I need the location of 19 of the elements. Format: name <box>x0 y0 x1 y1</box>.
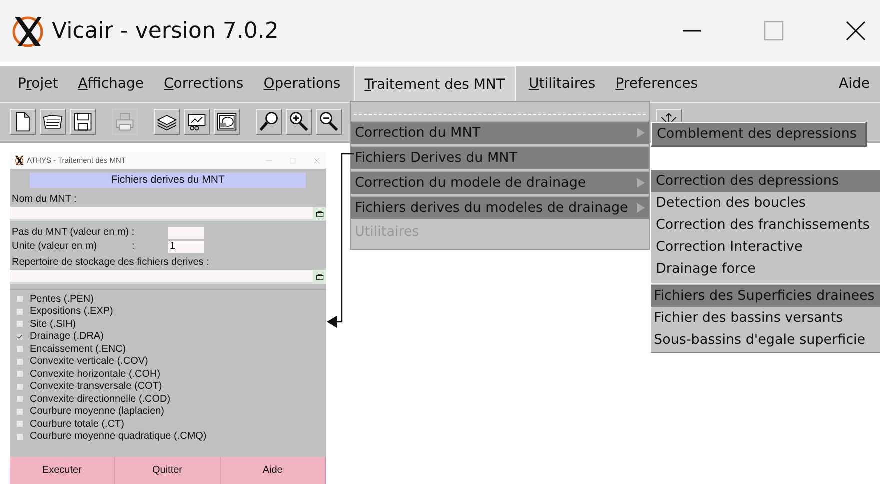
section-heading: Fichiers derives du MNT <box>30 173 306 188</box>
field-label: Unite (valeur en m) <box>12 241 98 252</box>
checkbox-label: Expositions (.EXP) <box>30 306 114 318</box>
field-label: : <box>132 241 136 252</box>
checkbox-label: Courbure moyenne (laplacien) <box>30 406 165 418</box>
checkbox-label: Site (.SIH) <box>30 318 76 330</box>
field-label: Repertoire de stockage des fichiers derives : <box>11 256 210 269</box>
checkbox-label: Courbure totale (.CT) <box>30 418 124 430</box>
checkbox-label: Pentes (.PEN) <box>30 294 94 305</box>
checkbox-label: Encaissement (.ENC) <box>30 344 126 355</box>
field-label: Pas du MNT (valeur en m) : <box>12 227 136 238</box>
checkbox-label: Convexite directionnelle (.COD) <box>30 394 171 405</box>
checkbox-label: Drainage (.DRA) <box>30 331 104 342</box>
checkbox-label: Convexite transversale (COT) <box>30 381 162 392</box>
field-label: Nom du MNT : <box>11 193 78 206</box>
checkbox-label: Convexite horizontale (.COH) <box>30 368 161 380</box>
checkbox-label: Courbure moyenne quadratique (.CMQ) <box>30 431 207 442</box>
window-title: Vicair - version 7.0.2 <box>52 18 279 44</box>
checkbox-label: Convexite verticale (.COV) <box>30 356 148 368</box>
